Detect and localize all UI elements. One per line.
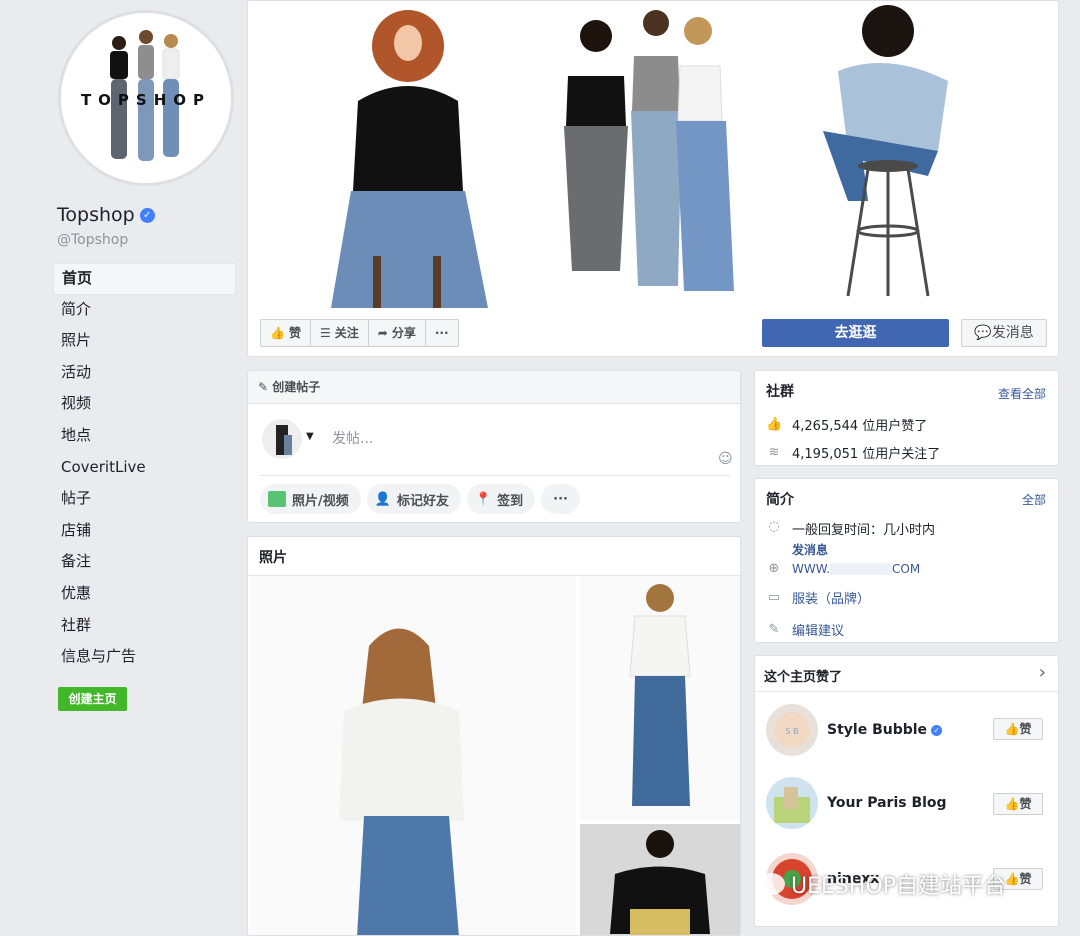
nav-item-4[interactable]: 视频 [53, 389, 236, 421]
page-handle: @Topshop [57, 232, 129, 248]
send-message-button[interactable]: 💬发消息 [961, 319, 1047, 347]
liked-page-name-1[interactable]: Style Bubble ✓ [827, 722, 943, 738]
nav-item-1[interactable]: 简介 [53, 295, 236, 327]
about-send-message-link[interactable]: 发消息 [792, 541, 935, 558]
nav-item-8[interactable]: 店铺 [53, 516, 236, 548]
nav-item-0[interactable]: 首页 [53, 263, 236, 295]
about-see-all-link[interactable]: 全部 [1022, 491, 1046, 508]
like-style-bubble-button[interactable]: 👍赞 [993, 718, 1043, 740]
about-title[interactable]: 简介 [766, 489, 794, 509]
thumbs-up-icon: 👍 [1004, 722, 1020, 736]
community-card: 社群 查看全部 👍 4,265,544 位用户赞了 ≋ 4,195,051 位用户关… [754, 370, 1059, 466]
share-page-button[interactable]: ➦ 分享 [369, 320, 426, 346]
watermark: UEESHOP自建站平台 [757, 868, 1006, 900]
svg-text:S B: S B [785, 727, 798, 736]
emoji-icon[interactable]: ☺ [718, 451, 733, 467]
nav-item-5[interactable]: 地点 [53, 421, 236, 453]
like-your-paris-blog-button[interactable]: 👍赞 [993, 793, 1043, 815]
verified-badge-icon: ✓ [931, 724, 943, 736]
photos-title[interactable]: 照片 [259, 547, 287, 567]
community-follows-row: ≋ 4,195,051 位用户关注了 [766, 443, 941, 462]
post-composer-input[interactable]: 发帖... [332, 428, 373, 448]
pencil-icon: ✎ [258, 380, 269, 394]
rss-icon: ≋ [768, 445, 780, 460]
website-redaction [830, 562, 893, 575]
globe-icon: ⊕ [768, 561, 780, 576]
your-paris-blog-avatar[interactable] [766, 777, 818, 829]
profile-logo-text: TOPSHOP [81, 91, 211, 109]
wechat-icon [757, 873, 785, 895]
nav-item-9[interactable]: 备注 [53, 547, 236, 579]
chevron-right-icon[interactable]: › [1039, 662, 1046, 683]
cover-photo[interactable] [248, 1, 1058, 308]
nav-item-2[interactable]: 照片 [53, 326, 236, 358]
thumbs-up-icon: 👍 [766, 417, 783, 432]
composer-divider [260, 475, 730, 476]
suggest-edit-row[interactable]: ✎ 编辑建议 [766, 620, 844, 639]
create-post-header[interactable]: ✎ 创建帖子 [248, 371, 740, 404]
website-prefix: WWW. [792, 561, 831, 576]
liked-page-name-2[interactable]: Your Paris Blog [827, 795, 947, 811]
category-row[interactable]: ▭ 服装（品牌） [766, 588, 870, 607]
tag-friends-icon: 👤 [374, 491, 391, 507]
chevron-down-icon[interactable]: ▼ [306, 431, 314, 442]
tag-friends-chip[interactable]: 👤 标记好友 [366, 484, 461, 514]
nav-item-12[interactable]: 信息与广告 [53, 642, 236, 674]
nav-item-10[interactable]: 优惠 [53, 579, 236, 611]
community-see-all-link[interactable]: 查看全部 [998, 385, 1046, 402]
verified-badge-icon: ✓ [139, 207, 155, 223]
thumbs-up-icon: 👍 [270, 326, 285, 340]
photo-icon [268, 491, 286, 507]
nav-item-3[interactable]: 活动 [53, 358, 236, 390]
page-name-text: Topshop [57, 204, 135, 226]
about-card: 简介 全部 ◌ 一般回复时间：几小时内 发消息 ⊕ WWW. COM ▭ 服装（… [754, 478, 1059, 643]
category-icon: ▭ [767, 590, 781, 605]
more-chip[interactable]: ··· [541, 484, 580, 514]
community-title[interactable]: 社群 [766, 381, 794, 401]
page-name: Topshop ✓ [57, 204, 155, 226]
shop-now-button[interactable]: 去逛逛 [762, 319, 949, 347]
location-pin-icon: 📍 [474, 491, 492, 507]
liked-pages-divider [755, 691, 1058, 692]
more-options-button[interactable]: ··· [426, 320, 458, 346]
photo-2[interactable] [580, 576, 740, 820]
cover-card: 👍 赞 ☰ 关注 ➦ 分享 ··· 去逛逛 💬发消息 [247, 0, 1059, 357]
messenger-icon: ◌ [768, 519, 780, 534]
photo-3[interactable] [580, 824, 740, 935]
nav-item-11[interactable]: 社群 [53, 611, 236, 643]
nav-item-7[interactable]: 帖子 [53, 484, 236, 516]
cover-action-bar: 👍 赞 ☰ 关注 ➦ 分享 ··· [260, 319, 459, 347]
like-page-button[interactable]: 👍 赞 [261, 320, 311, 346]
composer-avatar[interactable] [262, 419, 302, 459]
composer-chips: 照片/视频 👤 标记好友 📍 签到 ··· [260, 484, 586, 514]
messenger-icon: 💬 [974, 325, 992, 341]
photo-1[interactable] [249, 576, 576, 935]
nav-item-6[interactable]: CoveritLive [53, 453, 236, 485]
response-time-row: ◌ 一般回复时间：几小时内 发消息 [766, 519, 935, 558]
profile-picture[interactable]: TOPSHOP [58, 10, 234, 186]
follow-page-button[interactable]: ☰ 关注 [311, 320, 369, 346]
liked-pages-title[interactable]: 这个主页赞了 [764, 666, 842, 685]
thumbs-up-icon: 👍 [1004, 797, 1020, 811]
watermark-text: UEESHOP自建站平台 [791, 874, 1006, 899]
check-in-chip[interactable]: 📍 签到 [466, 484, 536, 514]
share-icon: ➦ [377, 326, 388, 340]
rss-icon: ☰ [319, 326, 331, 340]
photo-video-chip[interactable]: 照片/视频 [260, 484, 361, 514]
response-time-text: 一般回复时间：几小时内 [792, 523, 936, 538]
photos-card: 照片 [247, 536, 741, 936]
website-suffix: COM [892, 561, 921, 576]
community-likes-row: 👍 4,265,544 位用户赞了 [766, 417, 928, 434]
website-row[interactable]: ⊕ WWW. COM [766, 561, 921, 576]
create-page-button[interactable]: 创建主页 [58, 687, 127, 711]
style-bubble-avatar[interactable]: S B [766, 704, 818, 756]
create-post-card: ✎ 创建帖子 ▼ 发帖... ☺ 照片/视频 👤 标记好友 📍 签到 ··· [247, 370, 741, 523]
thumbs-up-icon: 👍 [1004, 872, 1020, 886]
left-nav: 首页 简介 照片 活动 视频 地点 CoveritLive 帖子 店铺 备注 优惠 社群 信息与广告 [53, 263, 236, 674]
pencil-icon: ✎ [768, 622, 780, 637]
